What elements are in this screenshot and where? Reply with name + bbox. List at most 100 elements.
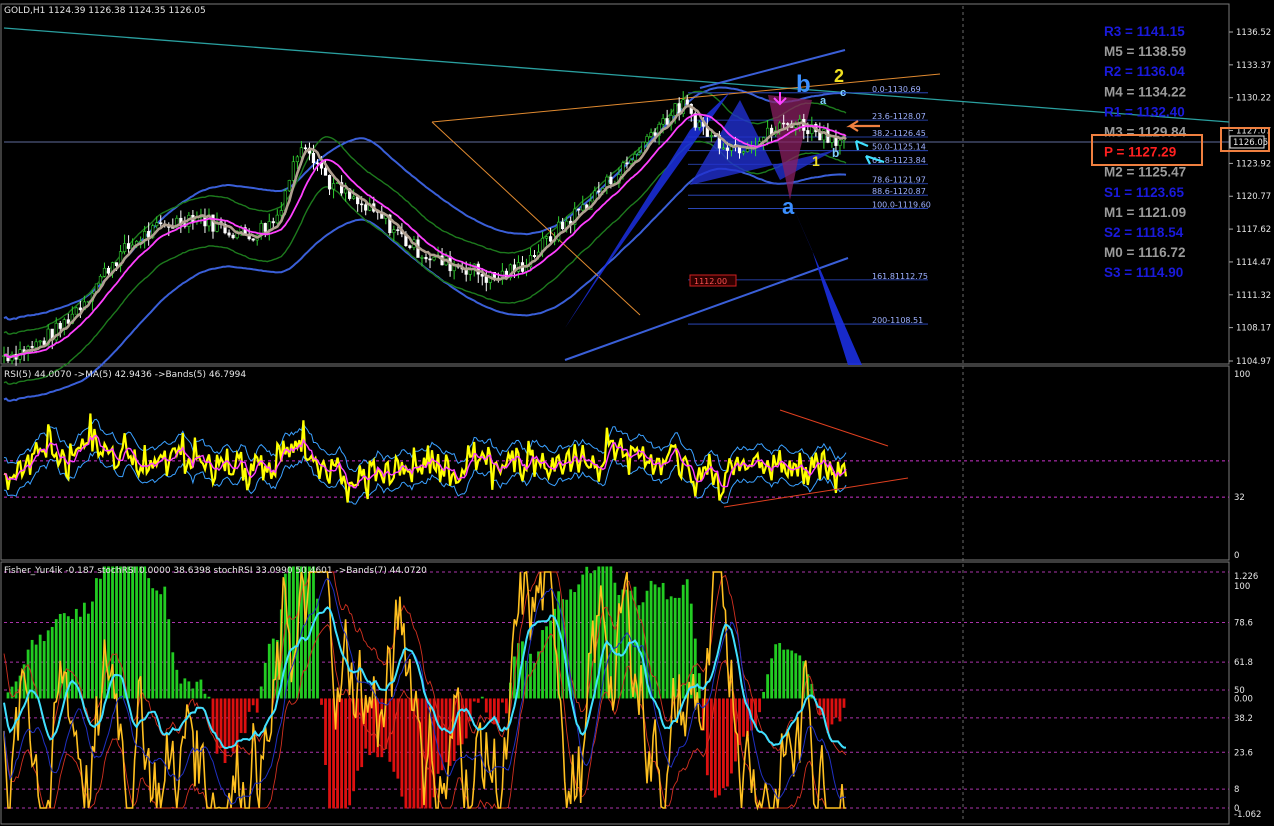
fisher-histogram-bar xyxy=(304,566,307,699)
fisher-histogram-bar xyxy=(488,698,492,723)
candle-body xyxy=(665,118,669,125)
fisher-histogram-bar xyxy=(794,653,798,699)
fisher-histogram-bar xyxy=(171,652,175,699)
fisher-histogram-bar xyxy=(541,630,544,699)
candle-body xyxy=(360,203,364,206)
pivot-label: S3 = 1114.90 xyxy=(1104,265,1183,280)
fisher-histogram-bar xyxy=(312,566,315,699)
candle-body xyxy=(98,275,103,285)
fisher-histogram-bar xyxy=(163,586,167,699)
fisher-histogram-bar xyxy=(722,698,725,789)
fisher-histogram-bar xyxy=(87,613,90,699)
pivot-label: M5 = 1138.59 xyxy=(1104,44,1186,59)
fisher-histogram-bar xyxy=(770,658,774,699)
fisher-tick-label: 1.226 xyxy=(1234,572,1258,582)
candle-body xyxy=(331,183,336,190)
fisher-tick-label: 38.2 xyxy=(1234,714,1253,724)
candle-body xyxy=(629,159,633,164)
last-price-label: 1126.05 xyxy=(1233,138,1268,148)
price-tick-label: 1108.17 xyxy=(1236,324,1271,334)
fisher-histogram-bar xyxy=(6,692,10,699)
pivot-label: S2 = 1118.54 xyxy=(1104,225,1184,240)
candle-body xyxy=(649,132,653,137)
fisher-histogram-bar xyxy=(476,698,480,703)
rsi-title: RSI(5) 44.0070 ->MA(5) 42.9436 ->Bands(5… xyxy=(4,370,246,380)
fisher-tick-label: 61.8 xyxy=(1234,658,1253,668)
pivot-label: M3 = 1129.84 xyxy=(1104,125,1187,140)
fisher-histogram-bar xyxy=(38,634,42,699)
candle-body xyxy=(147,231,151,238)
fisher-histogram-bar xyxy=(131,566,135,699)
fisher-histogram-bar xyxy=(135,566,139,699)
candle-body xyxy=(424,257,428,260)
fisher-histogram-bar xyxy=(183,678,187,699)
price-tick-label: 1123.92 xyxy=(1236,159,1271,169)
candle-body xyxy=(597,190,601,193)
candle-body xyxy=(102,267,107,277)
fisher-histogram-bar xyxy=(70,618,74,699)
fisher-histogram-bar xyxy=(344,698,348,809)
fisher-histogram-bar xyxy=(95,578,98,699)
fisher-histogram-bar xyxy=(504,698,508,714)
fisher-histogram-bar xyxy=(782,649,786,699)
fisher-histogram-bar xyxy=(786,649,790,699)
candle-body xyxy=(291,161,295,181)
candle-body xyxy=(745,148,750,152)
fisher-histogram-bar xyxy=(54,619,58,699)
fisher-histogram-bar xyxy=(143,566,147,699)
fisher-histogram-bar xyxy=(388,698,392,762)
candle-body xyxy=(625,162,629,165)
fisher-histogram-bar xyxy=(62,613,66,699)
candle-body xyxy=(532,255,537,257)
pivot-label: M0 = 1116.72 xyxy=(1104,245,1185,260)
candle-body xyxy=(58,322,62,329)
candle-body xyxy=(352,196,356,199)
fisher-histogram-bar xyxy=(127,566,130,699)
fisher-histogram-bar xyxy=(167,619,171,699)
candle-body xyxy=(126,243,131,249)
candle-body xyxy=(62,319,66,329)
fib-level-label: 161.81112.75 xyxy=(872,272,928,281)
price-tick-label: 1136.52 xyxy=(1236,28,1271,38)
fisher-tick-label: 8 xyxy=(1234,785,1239,795)
trading-chart: 1136.521133.371130.221127.071123.921120.… xyxy=(0,3,1271,825)
rsi-tick-label: 32 xyxy=(1234,493,1245,503)
candle-body xyxy=(633,154,637,161)
fisher-histogram-bar xyxy=(545,626,548,699)
fisher-histogram-bar xyxy=(147,578,151,699)
fisher-histogram-bar xyxy=(717,698,721,796)
fisher-histogram-bar xyxy=(665,599,669,699)
fisher-histogram-bar xyxy=(726,698,729,787)
candle-body xyxy=(263,223,267,232)
candle-body xyxy=(428,258,432,261)
fisher-tick-label: 23.6 xyxy=(1234,748,1253,758)
candle-body xyxy=(279,210,283,216)
fisher-histogram-bar xyxy=(484,698,488,713)
fisher-histogram-bar xyxy=(239,698,243,734)
candle-body xyxy=(30,346,34,348)
fib-level-label: 50.0-1125.14 xyxy=(872,143,926,152)
main-title: GOLD,H1 1124.39 1126.38 1124.35 1126.05 xyxy=(4,6,206,16)
pivot-label: R2 = 1136.04 xyxy=(1104,64,1185,79)
fisher-histogram-bar xyxy=(404,698,408,809)
rsi-tick-label: 0 xyxy=(1234,551,1239,561)
candle-body xyxy=(275,214,279,224)
candle-body xyxy=(251,238,255,241)
candle-body xyxy=(295,156,299,163)
candle-body xyxy=(311,152,316,164)
fib-level-label: 38.2-1126.45 xyxy=(872,129,926,138)
candle-body xyxy=(42,340,46,345)
candle-body xyxy=(106,267,111,274)
fisher-histogram-bar xyxy=(400,698,404,797)
candle-body xyxy=(155,222,159,227)
candle-body xyxy=(697,121,701,128)
fib-level-label: 78.6-1121.97 xyxy=(872,176,926,185)
candle-body xyxy=(231,234,235,239)
candle-body xyxy=(645,136,649,143)
fisher-histogram-bar xyxy=(838,698,842,722)
pivot-label: S1 = 1123.65 xyxy=(1104,185,1184,200)
fisher-histogram-bar xyxy=(500,698,504,703)
candle-body xyxy=(725,147,730,151)
fisher-histogram-bar xyxy=(324,698,327,765)
fisher-histogram-bar xyxy=(115,566,118,699)
